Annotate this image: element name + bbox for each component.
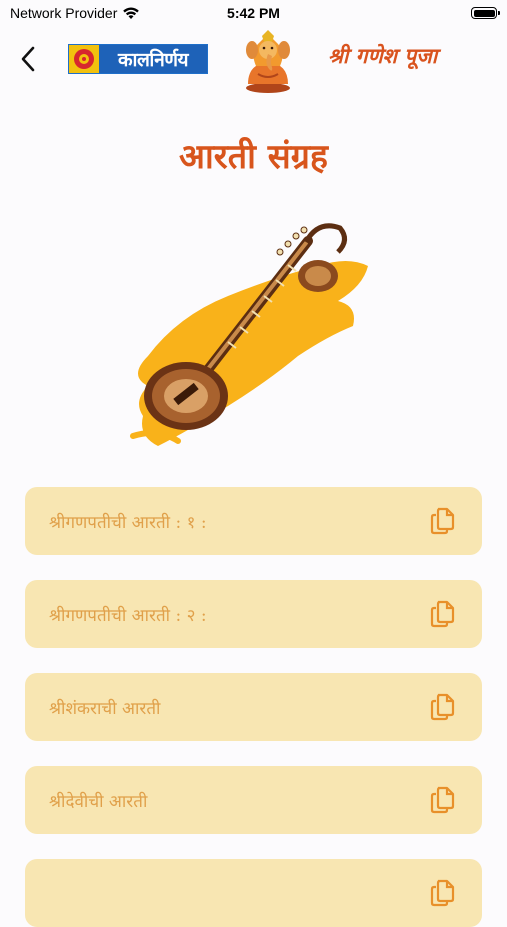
aarti-item[interactable]: श्रीगणपतीची आरती : २ : — [25, 580, 482, 648]
copy-icon[interactable] — [430, 786, 456, 814]
aarti-item[interactable]: श्रीदेवीची आरती — [25, 766, 482, 834]
aarti-title: श्रीदेवीची आरती — [49, 791, 148, 812]
status-bar: Network Provider 5:42 PM — [0, 0, 507, 28]
copy-icon[interactable] — [430, 879, 456, 907]
veena-illustration — [130, 223, 368, 446]
copy-icon[interactable] — [430, 693, 456, 721]
logo-emblem-icon — [74, 49, 94, 69]
aarti-item[interactable]: श्रीशंकराची आरती — [25, 673, 482, 741]
battery-icon — [471, 7, 500, 19]
ganesha-icon — [246, 30, 290, 93]
status-time: 5:42 PM — [227, 5, 280, 21]
aarti-title: श्रीगणपतीची आरती : २ : — [49, 605, 207, 626]
aarti-title: श्रीशंकराची आरती — [49, 698, 161, 719]
copy-icon[interactable] — [430, 600, 456, 628]
aarti-item[interactable] — [25, 859, 482, 927]
kalnirnay-logo: कालनिर्णय — [68, 44, 208, 74]
logo-text: कालनिर्णय — [99, 45, 207, 73]
aarti-item[interactable]: श्रीगणपतीची आरती : १ : — [25, 487, 482, 555]
logo-badge — [69, 45, 99, 73]
page-name: श्री गणेश पूजा — [328, 43, 438, 68]
page-title: आरती संग्रह — [179, 137, 328, 177]
copy-icon[interactable] — [430, 507, 456, 535]
nav-bar: कालनिर्णय श्री गणेश पूजा — [0, 28, 507, 94]
aarti-title: श्रीगणपतीची आरती : १ : — [49, 512, 207, 533]
chevron-left-icon[interactable] — [16, 44, 42, 74]
